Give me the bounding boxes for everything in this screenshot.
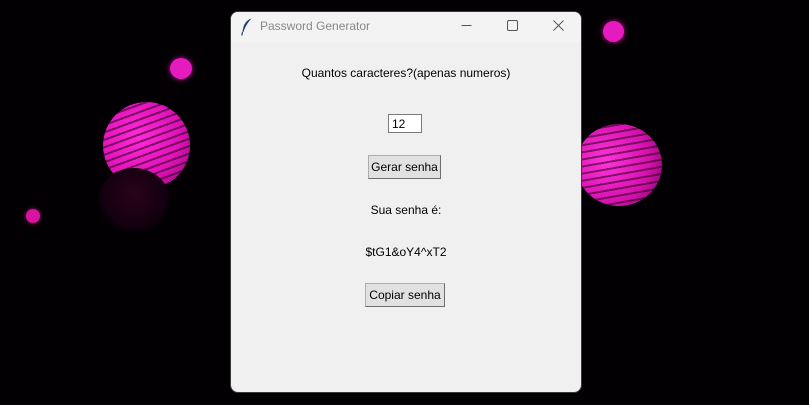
password-generator-window: Password Generator Quantos caracteres?(a… [231, 12, 581, 392]
decorative-planet-shadow [98, 168, 170, 234]
copy-password-button[interactable]: Copiar senha [365, 283, 445, 307]
maximize-icon [506, 18, 518, 36]
window-content: Quantos caracteres?(apenas numeros) Gera… [231, 42, 581, 392]
length-input[interactable] [388, 114, 422, 133]
minimize-button[interactable] [443, 12, 489, 42]
decorative-planet [576, 124, 662, 206]
generate-password-button[interactable]: Gerar senha [368, 155, 441, 179]
title-bar[interactable]: Password Generator [231, 12, 581, 42]
minimize-icon [461, 18, 472, 36]
close-icon [552, 18, 564, 36]
feather-icon [241, 18, 253, 36]
maximize-button[interactable] [489, 12, 535, 42]
length-prompt-label: Quantos caracteres?(apenas numeros) [301, 66, 511, 80]
decorative-orb [603, 21, 624, 42]
decorative-orb [26, 209, 40, 223]
close-button[interactable] [535, 12, 581, 42]
decorative-orb [170, 58, 192, 79]
result-heading-label: Sua senha é: [370, 203, 442, 217]
generated-password-text: $tG1&oY4^xT2 [365, 245, 447, 259]
window-title: Password Generator [260, 19, 371, 33]
